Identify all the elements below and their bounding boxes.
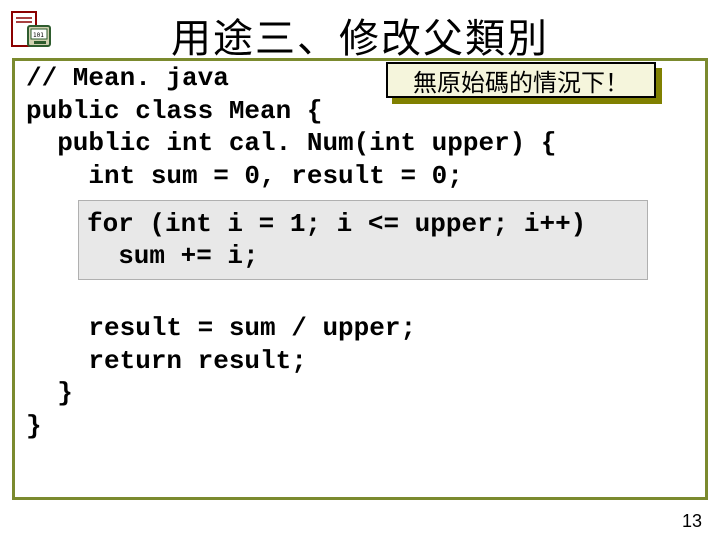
code-text-top: // Mean. java public class Mean { public…: [26, 62, 557, 192]
code-highlight-box: for (int i = 1; i <= upper; i++) sum += …: [78, 200, 648, 280]
slide-title: 用途三、修改父類別: [0, 6, 720, 64]
code-block-bottom: result = sum / upper; return result; } }: [26, 312, 416, 442]
code-text-highlight: for (int i = 1; i <= upper; i++) sum += …: [87, 208, 586, 273]
code-text-bottom: result = sum / upper; return result; } }: [26, 312, 416, 442]
page-number: 13: [682, 511, 702, 532]
slide: 101 用途三、修改父類別 無原始碼的情況下！ // Mean. java pu…: [0, 0, 720, 540]
code-block-top: // Mean. java public class Mean { public…: [26, 62, 557, 192]
